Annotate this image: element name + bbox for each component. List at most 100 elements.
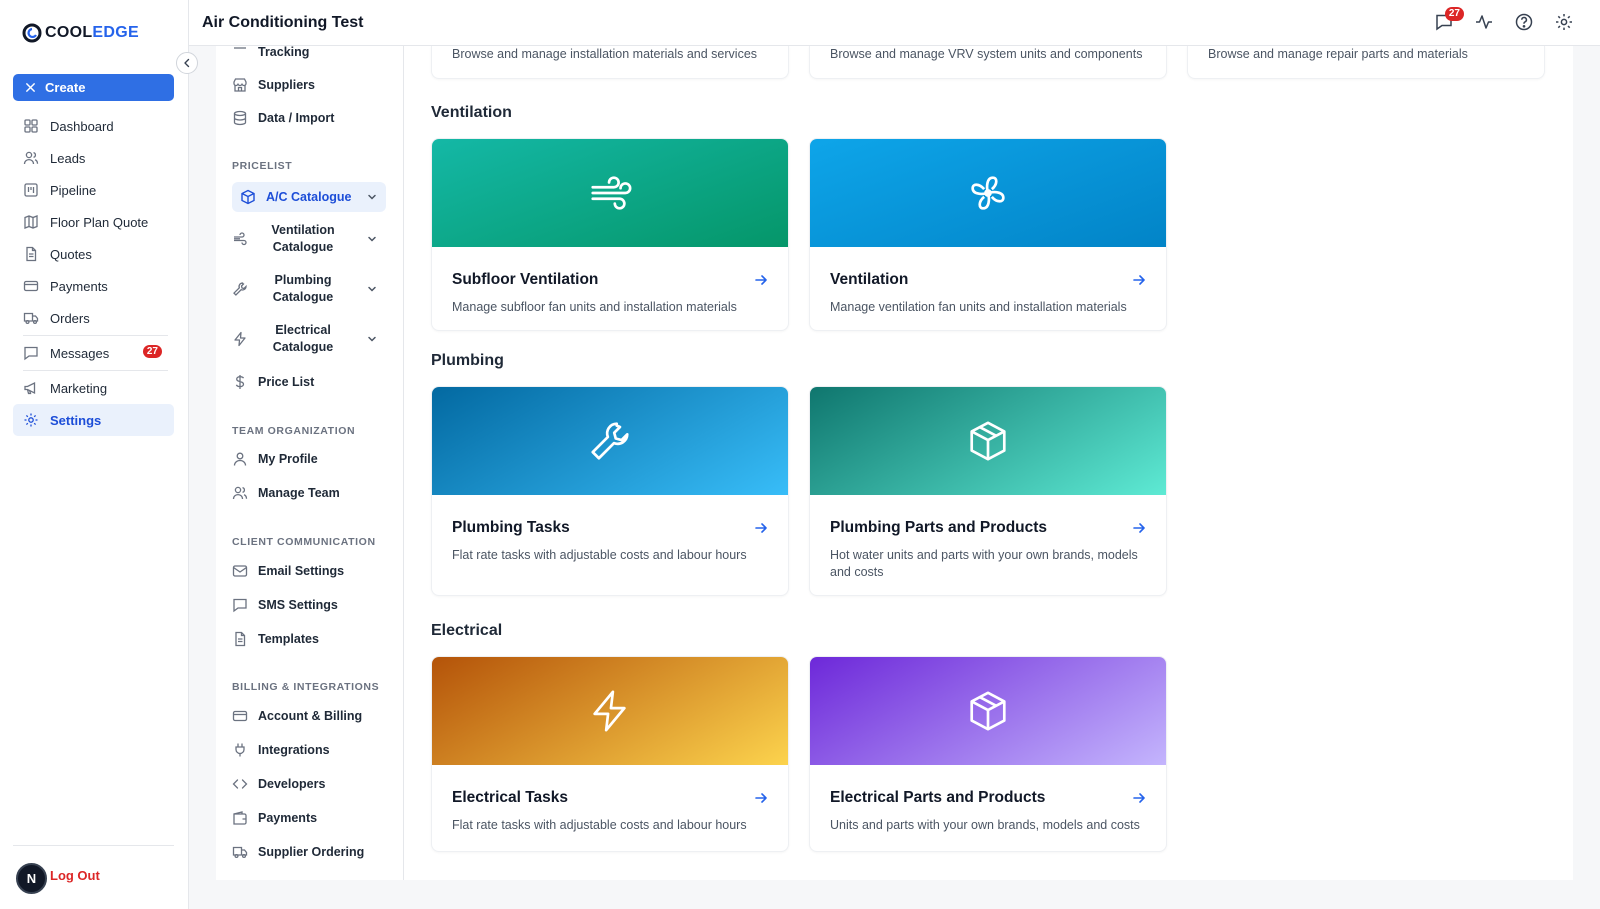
card-subfloor-ventilation[interactable]: Subfloor Ventilation Manage subfloor fan… — [431, 138, 789, 331]
users-icon — [23, 151, 39, 165]
panel-item-label: Account & Billing — [258, 709, 363, 723]
panel-item-label: Payments — [258, 811, 318, 825]
panel-item-label: Templates — [258, 632, 319, 646]
panel-item-price-list[interactable]: Price List — [232, 374, 386, 390]
card-banner — [432, 387, 788, 495]
wallet-icon — [233, 811, 247, 825]
top-actions: 27 — [1434, 7, 1574, 32]
panel-item-ventilation-catalogue[interactable]: Ventilation Catalogue — [232, 222, 386, 256]
card-title: Ventilation — [830, 271, 909, 288]
panel-item-label-line1: Ventilation — [271, 223, 335, 237]
panel-item-label: Email Settings — [258, 564, 345, 578]
team-heading: TEAM ORGANIZATION — [232, 425, 356, 437]
nav-item-floor-plan-quote[interactable]: Floor Plan Quote — [13, 206, 174, 238]
help-button[interactable] — [1514, 12, 1534, 32]
pricelist-heading: PRICELIST — [232, 160, 293, 172]
card-description: Flat rate tasks with adjustable costs an… — [452, 548, 747, 562]
help-icon — [1515, 13, 1533, 31]
billing-heading: BILLING & INTEGRATIONS — [232, 681, 380, 693]
panel-item-manage-team[interactable]: Manage Team — [232, 485, 386, 501]
panel-item-label: Developers — [258, 777, 326, 791]
card-electrical-tasks[interactable]: Electrical Tasks Flat rate tasks with ad… — [431, 656, 789, 852]
card-icon — [232, 710, 248, 722]
panel-item-developers[interactable]: Developers — [232, 776, 386, 792]
panel-item-label: My Profile — [258, 452, 318, 466]
panel-item-label: Integrations — [258, 743, 330, 757]
card-title: Subfloor Ventilation — [452, 271, 599, 288]
user-icon — [233, 452, 247, 466]
panel-item-sms-settings[interactable]: SMS Settings — [232, 597, 386, 613]
card-ventilation[interactable]: Ventilation Manage ventilation fan units… — [809, 138, 1167, 331]
nav-item-orders[interactable]: Orders — [13, 302, 174, 334]
panel-item-data-import[interactable]: Data / Import — [232, 110, 386, 126]
card-title: Plumbing Tasks — [452, 519, 570, 536]
settings-button[interactable] — [1554, 12, 1574, 32]
panel-item-account-billing[interactable]: Account & Billing — [232, 708, 386, 724]
panel-item-payments[interactable]: Payments — [232, 810, 386, 826]
arrow-right-icon — [755, 275, 767, 285]
panel-item-my-profile[interactable]: My Profile — [232, 451, 386, 467]
nav-item-quotes[interactable]: Quotes — [13, 238, 174, 270]
bolt-icon — [234, 331, 246, 347]
panel-item-plumbing-catalogue[interactable]: Plumbing Catalogue — [232, 272, 386, 306]
kanban-icon — [24, 183, 38, 197]
nav-item-messages[interactable]: Messages 27 — [13, 337, 174, 369]
panel-item-templates[interactable]: Templates — [232, 631, 386, 647]
collapse-sidebar-button[interactable] — [176, 52, 198, 74]
cooledge-logo[interactable]: COOLEDGE — [22, 22, 139, 44]
nav-label: Leads — [50, 150, 86, 166]
panel-item-label: Price List — [258, 375, 315, 389]
notifications-button[interactable]: 27 — [1434, 7, 1464, 32]
arrow-right-icon — [1133, 275, 1145, 285]
panel-item-tracking[interactable]: Tracking — [232, 44, 386, 60]
card-description: Units and parts with your own brands, mo… — [830, 818, 1140, 832]
nav-item-marketing[interactable]: Marketing — [13, 372, 174, 404]
panel-item-ac-catalogue[interactable]: A/C Catalogue — [232, 182, 386, 212]
create-button[interactable]: Create — [13, 74, 174, 101]
bolt-icon — [593, 690, 626, 732]
gear-icon — [1556, 14, 1572, 30]
map-icon — [24, 215, 38, 229]
catalogue-card[interactable]: Browse and manage VRV system units and c… — [809, 46, 1167, 79]
panel-item-label-line2: Catalogue — [272, 340, 334, 354]
nav-label: Orders — [50, 310, 90, 326]
card-plumbing-parts[interactable]: Plumbing Parts and Products Hot water un… — [809, 386, 1167, 596]
nav-item-pipeline[interactable]: Pipeline — [13, 174, 174, 206]
panel-item-email-settings[interactable]: Email Settings — [232, 563, 386, 579]
plug-icon — [235, 743, 245, 757]
truck-icon — [232, 846, 248, 859]
nav-divider — [23, 335, 168, 336]
box-icon — [970, 421, 1006, 461]
truck-icon — [23, 312, 39, 325]
nav-item-payments[interactable]: Payments — [13, 270, 174, 302]
card-description: Manage subfloor fan units and installati… — [452, 300, 737, 314]
panel-item-label: Data / Import — [258, 111, 335, 125]
activity-button[interactable] — [1474, 12, 1494, 32]
catalogue-card[interactable]: Browse and manage repair parts and mater… — [1187, 46, 1545, 79]
megaphone-icon — [24, 381, 36, 395]
nav-label: Pipeline — [50, 182, 97, 198]
card-description: Browse and manage VRV system units and c… — [830, 47, 1143, 61]
card-banner — [810, 139, 1166, 247]
box-icon — [241, 189, 255, 205]
panel-item-integrations[interactable]: Integrations — [232, 742, 386, 758]
top-bar: Air Conditioning Test 27 — [189, 0, 1600, 46]
card-electrical-parts[interactable]: Electrical Parts and Products Units and … — [809, 656, 1167, 852]
nav-item-settings[interactable]: Settings — [13, 404, 174, 436]
nav-item-leads[interactable]: Leads — [13, 142, 174, 174]
panel-item-supplier-ordering[interactable]: Supplier Ordering — [232, 844, 386, 860]
page-title: Air Conditioning Test — [202, 14, 364, 31]
logout-link[interactable]: Log Out — [50, 868, 100, 883]
panel-item-electrical-catalogue[interactable]: Electrical Catalogue — [232, 322, 386, 356]
card-plumbing-tasks[interactable]: Plumbing Tasks Flat rate tasks with adju… — [431, 386, 789, 596]
panel-item-suppliers[interactable]: Suppliers — [232, 77, 386, 93]
chevron-down-icon — [368, 336, 376, 342]
panel-item-label-line1: Electrical — [275, 323, 331, 337]
catalogue-card[interactable]: Browse and manage installation materials… — [431, 46, 789, 79]
store-icon — [233, 78, 247, 92]
avatar[interactable]: N — [16, 863, 47, 894]
file-icon — [235, 631, 246, 647]
nav-item-dashboard[interactable]: Dashboard — [13, 110, 174, 142]
activity-icon — [1476, 15, 1492, 29]
card-banner — [810, 657, 1166, 765]
